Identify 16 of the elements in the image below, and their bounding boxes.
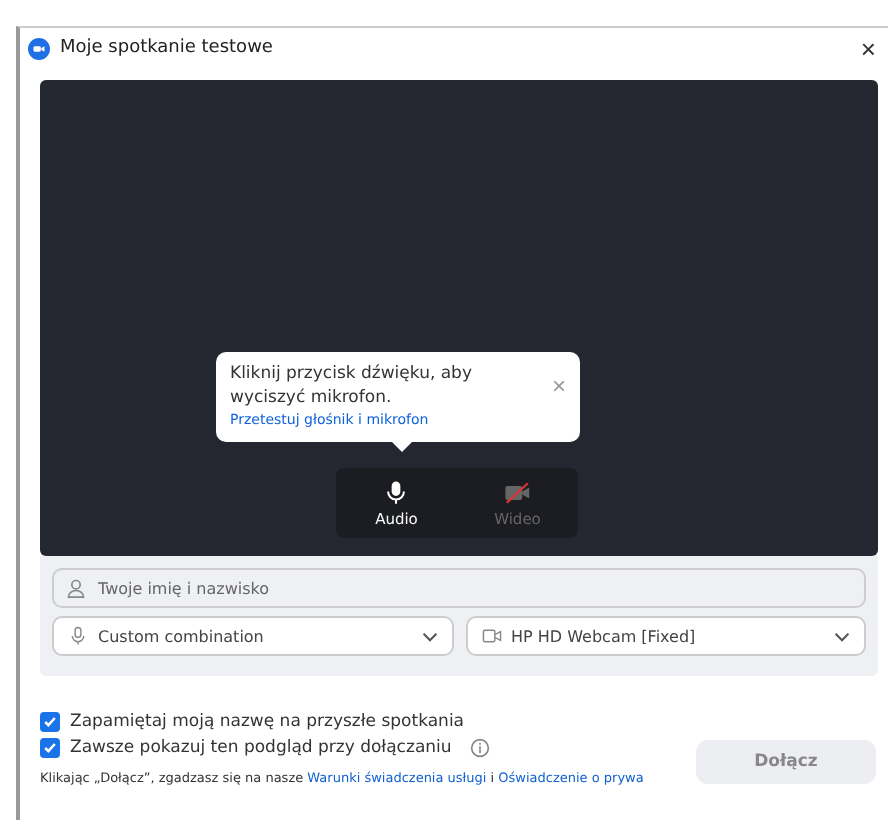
camera-icon — [481, 626, 501, 646]
chevron-down-icon — [834, 631, 850, 641]
checkbox-label: Zawsze pokazuj ten podgląd przy dołączaniu — [70, 738, 452, 758]
microphone-icon — [68, 626, 88, 646]
chevron-down-icon — [421, 631, 437, 641]
person-icon — [66, 578, 86, 598]
close-button[interactable]: × — [856, 35, 880, 61]
camera-select[interactable]: HP HD Webcam [Fixed] — [465, 616, 866, 656]
window-title: Moje spotkanie testowe — [60, 38, 275, 58]
app-logo-icon — [28, 37, 50, 59]
checkbox-label: Zapamiętaj moją nazwę na przyszłe spotkania — [70, 712, 465, 732]
checkbox[interactable] — [40, 712, 60, 732]
tooltip-text: Kliknij przycisk dźwięku, aby wyciszyć mikrofon. — [230, 362, 474, 410]
microphone-select[interactable]: Custom combination — [52, 616, 453, 656]
checkbox[interactable] — [40, 738, 60, 758]
name-field[interactable]: Twoje imię i nazwisko — [52, 568, 866, 608]
